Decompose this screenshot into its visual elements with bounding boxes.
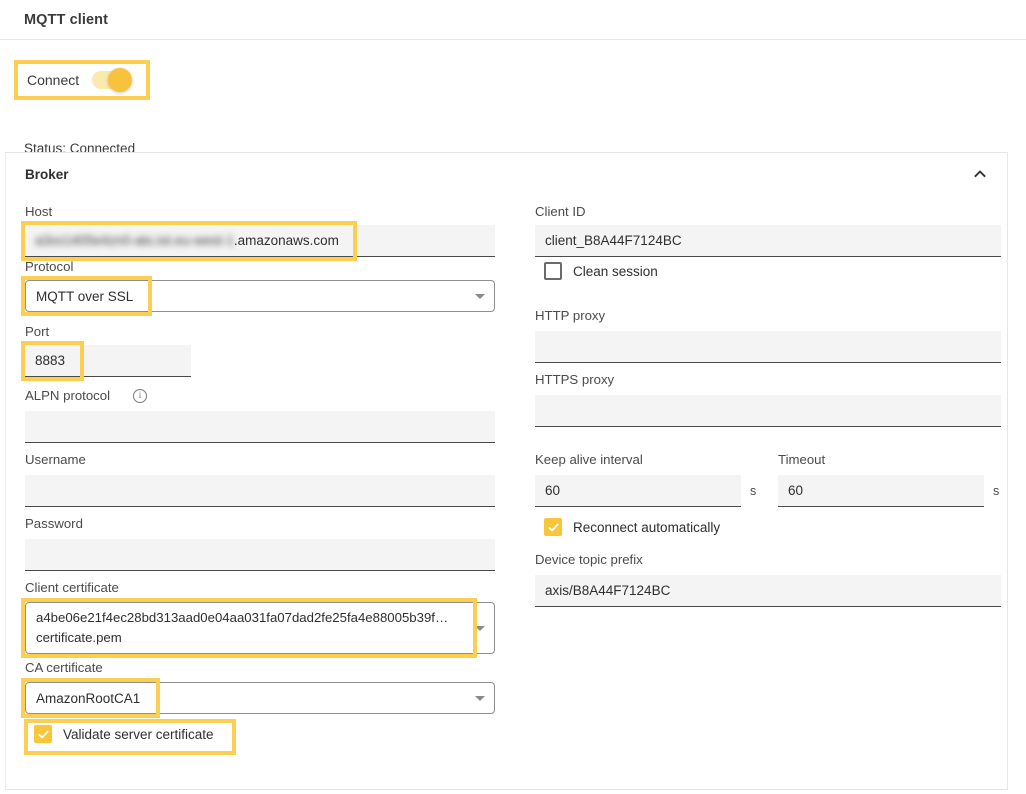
client-id-input[interactable]: client_B8A44F7124BC [535,225,1001,257]
client-id-value: client_B8A44F7124BC [545,233,682,248]
device-topic-prefix-input[interactable]: axis/B8A44F7124BC [535,575,1001,607]
validate-server-certificate-row[interactable]: Validate server certificate [34,725,214,743]
reconnect-automatically-row[interactable]: Reconnect automatically [544,518,720,536]
reconnect-automatically-checkbox[interactable] [544,518,562,536]
toggle-knob [108,68,133,92]
https-proxy-label: HTTPS proxy [535,372,615,387]
clean-session-checkbox[interactable] [544,262,562,280]
chevron-up-icon[interactable] [971,165,989,183]
ca-certificate-select[interactable]: AmazonRootCA1 [25,682,495,714]
keep-alive-value: 60 [545,483,561,498]
keep-alive-input[interactable]: 60 [535,475,741,507]
client-id-label: Client ID [535,204,586,219]
broker-card-header[interactable]: Broker [6,153,1009,195]
timeout-value: 60 [788,483,804,498]
connect-label: Connect [27,72,80,88]
port-value: 8883 [35,353,66,368]
password-input[interactable] [25,539,495,571]
username-input[interactable] [25,475,495,507]
mqtt-client-page: MQTT client Connect Status: Connected Br… [0,0,1026,794]
port-input[interactable]: 8883 [25,345,191,377]
alpn-input[interactable] [25,411,495,443]
client-certificate-select[interactable]: a4be06e21f4ec28bd313aad0e04aa031fa07dad2… [25,602,495,654]
ca-certificate-label: CA certificate [25,660,103,675]
protocol-select[interactable]: MQTT over SSL [25,280,495,312]
timeout-input[interactable]: 60 [778,475,984,507]
validate-server-certificate-label: Validate server certificate [63,726,214,742]
client-certificate-label: Client certificate [25,580,119,595]
connect-toggle[interactable] [92,68,133,92]
chevron-down-icon [475,695,485,701]
broker-card: Broker Host a3xx1405e4zn0-ats.iot.eu-wes… [5,152,1008,790]
protocol-label: Protocol [25,259,74,274]
host-value-redacted: a3xx1405e4zn0-ats.iot.eu-west-1 [35,233,234,248]
client-certificate-value-line2: certificate.pem [36,630,122,645]
clean-session-row[interactable]: Clean session [544,262,658,280]
clean-session-label: Clean session [573,263,658,279]
reconnect-automatically-label: Reconnect automatically [573,519,721,535]
password-label: Password [25,516,83,531]
timeout-label: Timeout [778,452,826,467]
host-value-suffix: .amazonaws.com [233,233,339,248]
connect-toggle-row[interactable]: Connect [14,60,150,100]
protocol-value: MQTT over SSL [36,288,134,304]
host-input[interactable]: a3xx1405e4zn0-ats.iot.eu-west-1 .amazonaw… [25,225,495,257]
ca-certificate-value: AmazonRootCA1 [36,690,141,706]
alpn-label-row: ALPN protocol i [25,388,148,403]
keep-alive-unit: s [750,484,757,498]
timeout-unit: s [993,484,1000,498]
page-title: MQTT client [24,11,109,28]
device-topic-prefix-value: axis/B8A44F7124BC [545,583,671,598]
http-proxy-label: HTTP proxy [535,308,606,323]
device-topic-prefix-label: Device topic prefix [535,552,643,567]
port-label: Port [25,324,50,339]
username-label: Username [25,452,86,467]
https-proxy-input[interactable] [535,395,1001,427]
keep-alive-label: Keep alive interval [535,452,643,467]
connect-section: Connect Status: Connected [0,40,1026,156]
client-certificate-value-line1: a4be06e21f4ec28bd313aad0e04aa031fa07dad2… [36,609,449,625]
broker-title: Broker [25,166,69,182]
chevron-down-icon [475,293,485,299]
chevron-down-icon [475,625,485,631]
http-proxy-input[interactable] [535,331,1001,363]
alpn-label: ALPN protocol [25,388,111,403]
info-circle-icon[interactable]: i [133,388,148,403]
timeout-row: 60 s [778,475,999,507]
host-label: Host [25,204,53,219]
validate-server-certificate-checkbox[interactable] [34,725,52,743]
page-titlebar: MQTT client [0,0,1026,40]
keep-alive-row: 60 s [535,475,756,507]
